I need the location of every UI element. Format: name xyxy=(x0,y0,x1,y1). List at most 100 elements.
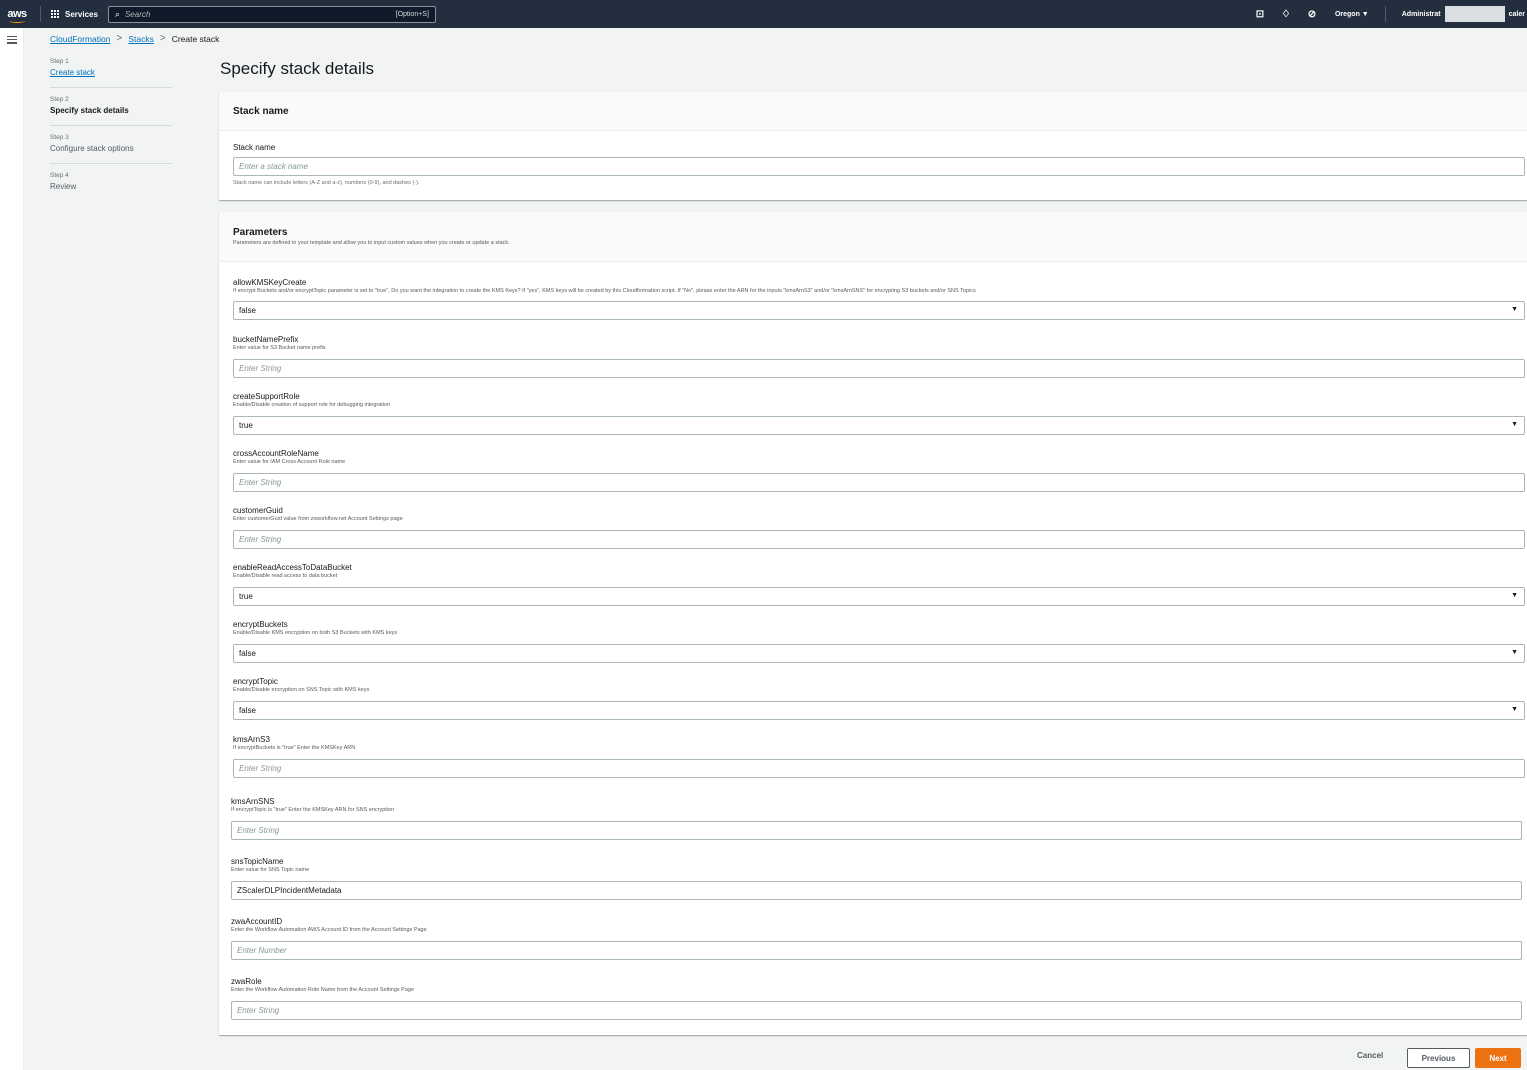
param-label: customerGuid xyxy=(233,506,283,515)
param-customerguid: customerGuid Enter customerGuid value fr… xyxy=(233,506,403,522)
stack-name-panel-title: Stack name xyxy=(233,105,289,117)
param-kmsarns3: kmsArnS3 If encryptBuckets is "true" Ent… xyxy=(233,735,355,751)
input-value: ZScalerDLPIncidentMetadata xyxy=(237,886,342,895)
step-number: Step 2 xyxy=(50,96,69,103)
step-number: Step 4 xyxy=(50,172,69,179)
param-zwaaccountid: zwaAccountID Enter the Workflow Automati… xyxy=(231,917,427,933)
param-zwarole: zwaRole Enter the Workflow Automation Ro… xyxy=(231,977,414,993)
encrypttopic-select[interactable]: false ▼ xyxy=(233,701,1525,720)
search-shortcut-hint: [Option+S] xyxy=(395,10,429,18)
step-number: Step 1 xyxy=(50,58,69,65)
allowkmskeycreate-select[interactable]: false ▼ xyxy=(233,301,1525,320)
param-description: Enter customerGuid value from zsworkflow… xyxy=(233,516,403,522)
input-placeholder: Enter String xyxy=(239,364,282,373)
param-crossaccountrolename: crossAccountRoleName Enter value for IAM… xyxy=(233,449,345,465)
redacted-account-block xyxy=(1444,6,1505,22)
wizard-step-4: Step 4 Review xyxy=(50,172,172,201)
customerguid-input[interactable]: Enter String xyxy=(233,530,1525,549)
global-search-input[interactable]: ⌕ Search [Option+S] xyxy=(107,5,436,23)
wizard-step-2: Step 2 Specify stack details xyxy=(50,96,172,126)
param-label: zwaAccountID xyxy=(231,917,283,926)
wizard-step-3: Step 3 Configure stack options xyxy=(50,134,172,164)
search-placeholder: Search xyxy=(124,9,151,19)
param-description: Enable/Disable encryption on SNS Topic w… xyxy=(233,687,370,693)
snstopicname-input[interactable]: ZScalerDLPIncidentMetadata xyxy=(231,881,1522,900)
stack-name-hint: Stack name can include letters (A-Z and … xyxy=(233,180,420,186)
cancel-button[interactable]: Cancel xyxy=(1357,1051,1383,1060)
zwaaccountid-input[interactable]: Enter Number xyxy=(231,941,1522,960)
enablereadaccesstodatabucket-select[interactable]: true ▼ xyxy=(233,587,1525,606)
step-1-link[interactable]: Create stack xyxy=(50,68,172,77)
param-description: Enable/Disable creation of support role … xyxy=(233,402,391,408)
wizard-steps: Step 1 Create stack Step 2 Specify stack… xyxy=(50,58,172,209)
param-encryptbuckets: encryptBuckets Enable/Disable KMS encryp… xyxy=(233,620,397,636)
param-allowkmskeycreate: allowKMSKeyCreate If encrypt Buckets and… xyxy=(233,278,976,294)
param-createsupportrole: createSupportRole Enable/Disable creatio… xyxy=(233,392,390,408)
select-value: true xyxy=(239,592,253,601)
previous-button[interactable]: Previous xyxy=(1407,1048,1470,1068)
step-2-title-current: Specify stack details xyxy=(50,106,129,115)
param-encrypttopic: encryptTopic Enable/Disable encryption o… xyxy=(233,677,369,693)
param-label: allowKMSKeyCreate xyxy=(233,278,307,287)
param-label: crossAccountRoleName xyxy=(233,449,319,458)
caret-down-icon: ▼ xyxy=(1511,649,1518,656)
breadcrumb-cloudformation-link[interactable]: CloudFormation xyxy=(50,34,110,44)
parameters-panel-title: Parameters xyxy=(233,227,288,238)
step-number: Step 3 xyxy=(50,134,69,141)
parameters-panel: Parameters Parameters are defined in you… xyxy=(219,212,1527,1035)
search-icon: ⌕ xyxy=(114,8,120,19)
caret-down-icon: ▼ xyxy=(1511,706,1518,713)
bucketnameprefix-input[interactable]: Enter String xyxy=(233,359,1525,378)
select-value: true xyxy=(239,421,253,430)
next-button[interactable]: Next xyxy=(1475,1048,1521,1068)
wizard-step-1: Step 1 Create stack xyxy=(50,58,172,88)
param-label: createSupportRole xyxy=(233,392,300,401)
encryptbuckets-select[interactable]: false ▼ xyxy=(233,644,1525,663)
stack-name-placeholder: Enter a stack name xyxy=(239,162,308,171)
menu-hamburger-icon[interactable] xyxy=(7,36,17,46)
caret-down-icon: ▼ xyxy=(1511,592,1518,599)
param-snstopicname: snsTopicName Enter value for SNS Topic n… xyxy=(231,857,309,873)
zwarole-input[interactable]: Enter String xyxy=(231,1001,1522,1020)
param-label: bucketNamePrefix xyxy=(233,335,299,344)
caret-down-icon: ▼ xyxy=(1511,421,1518,428)
input-placeholder: Enter String xyxy=(237,826,280,835)
page-title: Specify stack details xyxy=(220,59,375,78)
param-description: If encrypt Buckets and/or encryptTopic p… xyxy=(233,288,976,294)
top-navigation-bar: aws Services ⌕ Search [Option+S] ⊡ ♢ ⊘ O… xyxy=(0,0,1527,28)
breadcrumb: CloudFormation > Stacks > Create stack xyxy=(50,33,219,44)
param-description: Enable/Disable read access to data bucke… xyxy=(233,573,338,579)
aws-logo[interactable]: aws xyxy=(0,8,34,23)
stack-name-field: Stack name xyxy=(233,143,275,152)
input-placeholder: Enter Number xyxy=(237,946,287,955)
chevron-right-icon: > xyxy=(159,33,166,44)
cloudshell-icon[interactable]: ⊡ xyxy=(1247,9,1273,20)
services-menu-button[interactable]: Services xyxy=(47,9,102,19)
stack-name-panel-header: Stack name xyxy=(219,92,1527,131)
help-icon[interactable]: ⊘ xyxy=(1299,9,1325,20)
caret-down-icon: ▼ xyxy=(1511,306,1518,313)
param-label: kmsArnSNS xyxy=(231,797,275,806)
param-enablereadaccesstodatabucket: enableReadAccessToDataBucket Enable/Disa… xyxy=(233,563,352,579)
kmsarns3-input[interactable]: Enter String xyxy=(233,759,1525,778)
crossaccountrolename-input[interactable]: Enter String xyxy=(233,473,1525,492)
input-placeholder: Enter String xyxy=(237,1006,280,1015)
account-menu[interactable]: Administrat xyxy=(1392,11,1445,18)
chevron-right-icon: > xyxy=(116,33,123,44)
param-description: If encryptTopic is "true" Enter the KMSK… xyxy=(231,807,395,813)
region-selector[interactable]: Oregon ▼ xyxy=(1325,11,1379,18)
select-value: false xyxy=(239,306,256,315)
stack-name-input[interactable]: Enter a stack name xyxy=(233,157,1525,176)
services-grid-icon xyxy=(51,9,60,19)
input-placeholder: Enter String xyxy=(239,764,282,773)
notifications-bell-icon[interactable]: ♢ xyxy=(1273,9,1299,20)
services-label: Services xyxy=(65,9,98,19)
param-label: zwaRole xyxy=(231,977,262,986)
createsupportrole-select[interactable]: true ▼ xyxy=(233,416,1525,435)
breadcrumb-stacks-link[interactable]: Stacks xyxy=(128,34,154,44)
param-description: Enter value for SNS Topic name xyxy=(231,867,310,873)
input-placeholder: Enter String xyxy=(239,478,282,487)
select-value: false xyxy=(239,649,256,658)
kmsarnsns-input[interactable]: Enter String xyxy=(231,821,1522,840)
param-description: Enter value for IAM Cross Account Role n… xyxy=(233,459,346,465)
